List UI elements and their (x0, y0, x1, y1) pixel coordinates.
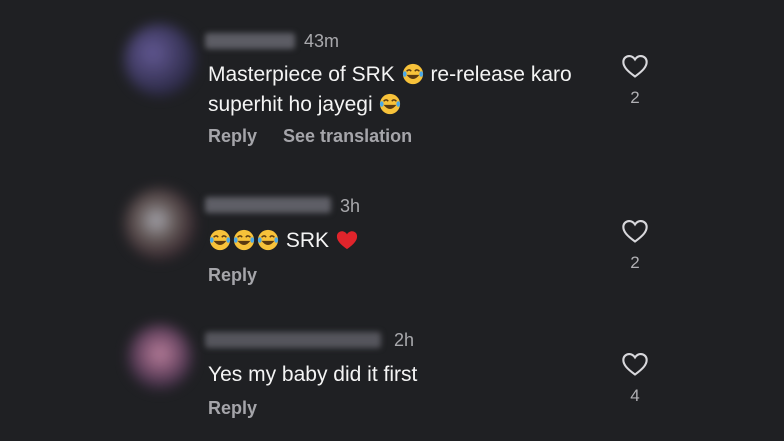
comment-actions: Reply (208, 398, 257, 419)
like-count: 4 (630, 386, 640, 405)
comment-text: SRK (208, 226, 628, 256)
like-control: 4 (620, 351, 650, 406)
red-heart-emoji-icon (336, 231, 357, 250)
comment-text-part: Masterpiece of SRK (208, 63, 395, 86)
comment-text: Yes my baby did it first (208, 360, 628, 390)
reply-button[interactable]: Reply (208, 126, 257, 147)
heart-outline-icon[interactable] (621, 53, 649, 79)
comments-screen: 43m Masterpiece of SRK re-release karo s… (0, 0, 784, 441)
comment-actions: Reply See translation (208, 126, 412, 147)
tears-of-joy-emoji-icon (380, 93, 401, 115)
username-blurred[interactable] (205, 332, 381, 348)
comment-text-part: SRK (285, 229, 330, 252)
tears-of-joy-emoji-icon (402, 63, 423, 85)
see-translation-button[interactable]: See translation (283, 126, 412, 147)
comment-time: 2h (394, 330, 415, 350)
heart-outline-icon[interactable] (621, 218, 649, 244)
comment-text-part: re-release karo (430, 63, 572, 86)
like-count: 2 (630, 88, 640, 107)
reply-button[interactable]: Reply (208, 398, 257, 419)
username-blurred[interactable] (205, 197, 331, 213)
comment-text-part: superhit ho jayegi (208, 93, 373, 116)
comment-time: 43m (304, 31, 340, 51)
heart-outline-icon[interactable] (621, 351, 649, 377)
comment-text-part: Yes my baby did it first (208, 363, 418, 386)
tears-of-joy-emoji-icon (233, 229, 255, 251)
like-control: 2 (620, 53, 650, 108)
reply-button[interactable]: Reply (208, 265, 257, 286)
username-blurred[interactable] (205, 33, 295, 49)
tears-of-joy-emoji-icon (257, 229, 279, 251)
comment-text: Masterpiece of SRK re-release karo super… (208, 60, 628, 120)
like-count: 2 (630, 253, 640, 272)
comment-time: 3h (340, 196, 361, 216)
avatar[interactable] (124, 188, 196, 260)
like-control: 2 (620, 218, 650, 273)
comment-actions: Reply (208, 265, 257, 286)
tears-of-joy-emoji-icon (209, 229, 231, 251)
avatar[interactable] (124, 24, 196, 96)
avatar[interactable] (127, 324, 193, 390)
